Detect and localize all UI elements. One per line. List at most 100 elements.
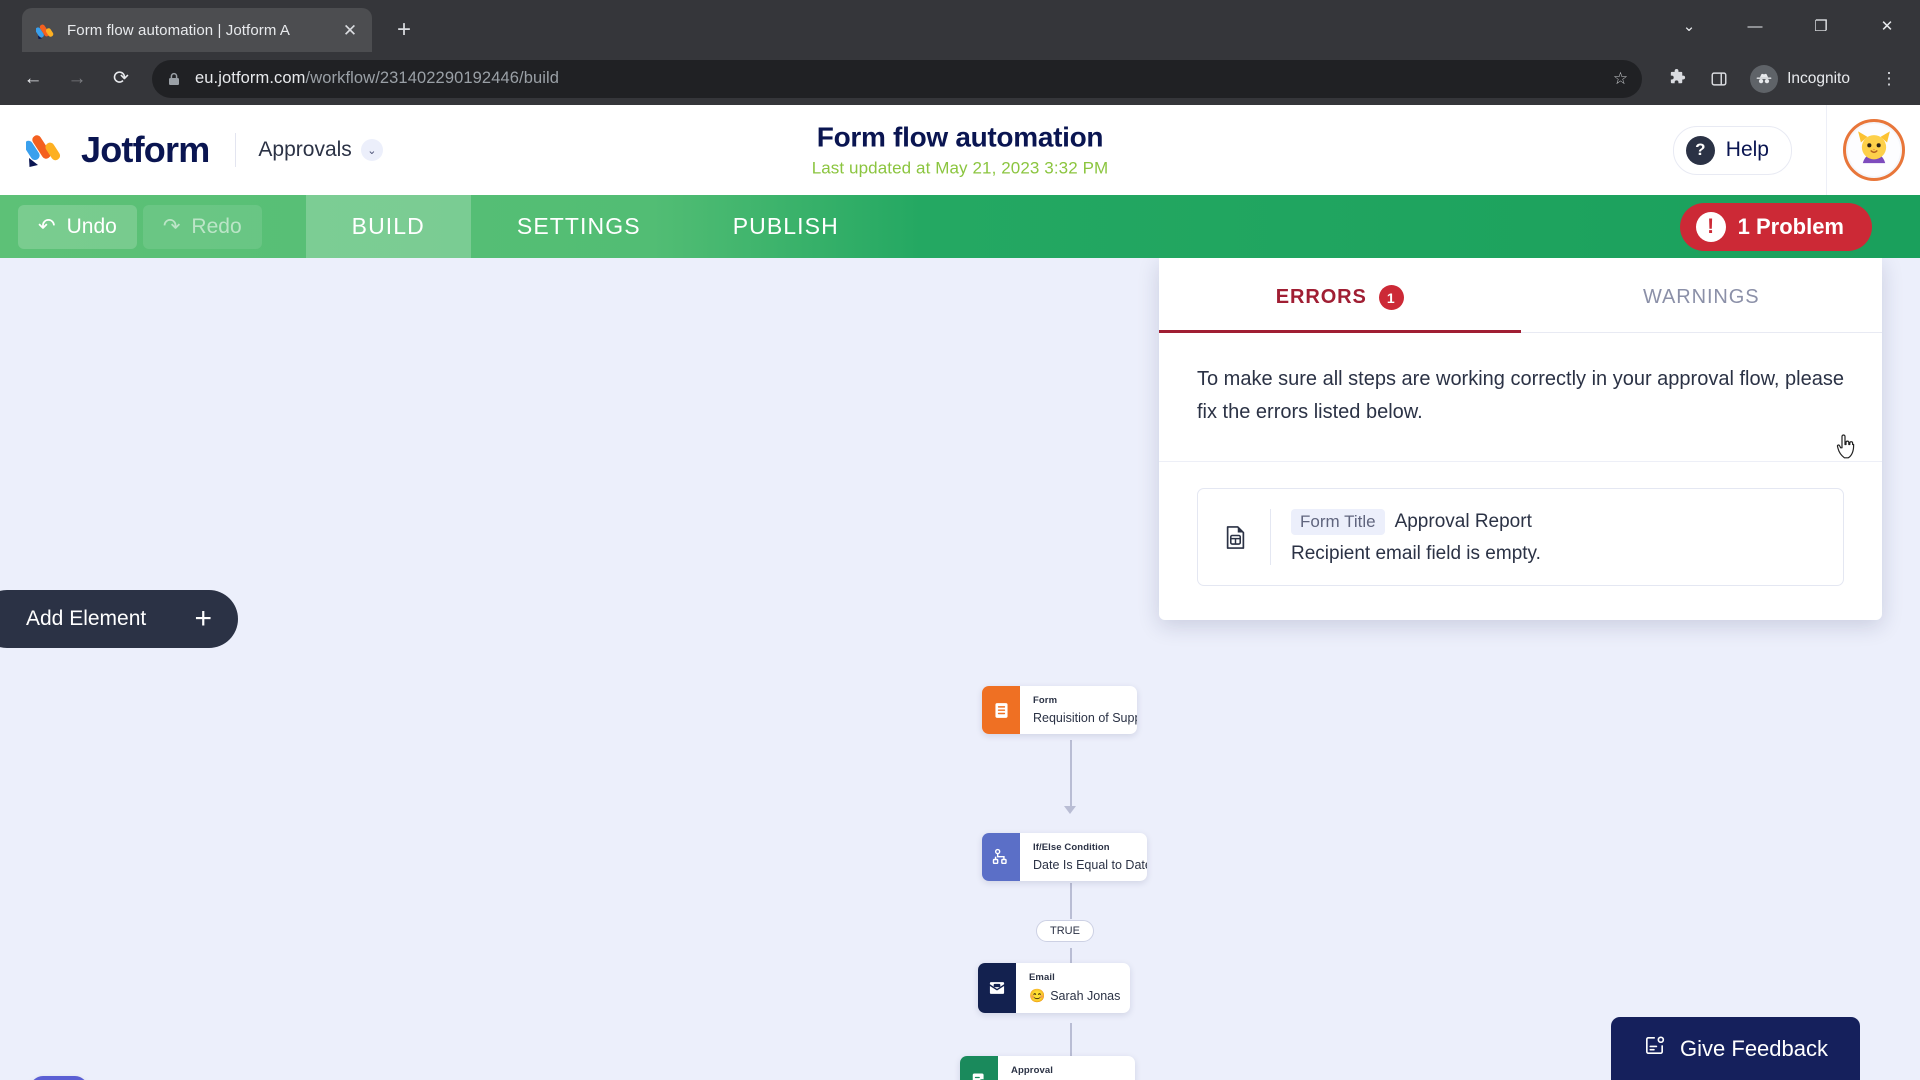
address-bar-url: eu.jotform.com/workflow/231402290192446/…	[195, 69, 559, 88]
error-list-item[interactable]: Form Title Approval Report Recipient ema…	[1197, 488, 1844, 586]
node-desc: Date Is Equal to Date "2023-0	[1033, 858, 1147, 872]
recipient-avatar-icon: 😊	[1029, 988, 1046, 1003]
error-message: Recipient email field is empty.	[1291, 543, 1541, 564]
browser-tabstrip: Form flow automation | Jotform A ✕ + ⌄ —…	[0, 0, 1920, 52]
product-switcher-label: Approvals	[258, 138, 352, 161]
tab-errors[interactable]: ERRORS 1	[1159, 258, 1521, 333]
avatar	[1842, 119, 1905, 181]
window-maximize-button[interactable]: ❐	[1788, 0, 1854, 52]
error-item-text: Form Title Approval Report Recipient ema…	[1291, 509, 1541, 565]
incognito-icon	[1750, 64, 1779, 93]
address-bar[interactable]: eu.jotform.com/workflow/231402290192446/…	[152, 59, 1643, 98]
flow-connector	[1070, 883, 1072, 919]
browser-tab[interactable]: Form flow automation | Jotform A ✕	[22, 8, 372, 52]
alert-icon: !	[1695, 211, 1726, 242]
profile-label: Incognito	[1787, 69, 1850, 87]
feedback-icon	[1643, 1034, 1666, 1063]
form-title-chip: Form Title	[1291, 509, 1385, 535]
node-body: Form Requisition of Supplies Ma...	[1020, 686, 1137, 734]
builder-tabs: BUILD SETTINGS PUBLISH	[305, 195, 885, 258]
condition-node-icon	[982, 833, 1020, 881]
tab-publish[interactable]: PUBLISH	[687, 195, 885, 258]
undo-redo-group: ↶ Undo ↷ Redo	[0, 195, 262, 258]
tab-build[interactable]: BUILD	[305, 195, 471, 258]
node-desc: Requisition of Supplies Ma...	[1033, 711, 1137, 725]
window-minimize-button[interactable]: —	[1722, 0, 1788, 52]
errors-list: Form Title Approval Report Recipient ema…	[1159, 462, 1882, 620]
window-close-button[interactable]: ✕	[1854, 0, 1920, 52]
tab-settings[interactable]: SETTINGS	[471, 195, 687, 258]
flow-node-approval[interactable]: Approval 😊 Sarah Jonas	[960, 1056, 1135, 1080]
tab-errors-label: ERRORS	[1275, 286, 1367, 308]
chevron-down-icon: ⌄	[360, 139, 383, 161]
forward-button[interactable]: →	[58, 60, 96, 98]
problem-label: 1 Problem	[1737, 213, 1844, 239]
help-button[interactable]: ? Help	[1672, 125, 1792, 175]
jotform-favicon-icon	[35, 20, 56, 40]
app-header: Jotform Approvals ⌄ Form flow automation…	[0, 105, 1920, 195]
help-label: Help	[1725, 138, 1769, 161]
question-mark-icon: ?	[1685, 135, 1715, 165]
report-file-icon	[1220, 524, 1250, 551]
errors-panel: ERRORS 1 WARNINGS To make sure all steps…	[1159, 258, 1882, 620]
flow-node-form[interactable]: Form Requisition of Supplies Ma...	[982, 686, 1137, 734]
flow-node-email[interactable]: Email 😊 Sarah Jonas	[978, 963, 1130, 1013]
reload-button[interactable]: ⟳	[102, 60, 140, 98]
add-element-button[interactable]: Add Element +	[0, 590, 238, 648]
errors-panel-tabs: ERRORS 1 WARNINGS	[1159, 258, 1882, 333]
profile-chip[interactable]: Incognito	[1744, 60, 1864, 98]
workflow-canvas[interactable]: Add Element + Form Requisition of Suppli…	[0, 258, 1920, 1080]
undo-label: Undo	[66, 214, 117, 238]
tab-warnings[interactable]: WARNINGS	[1521, 258, 1883, 332]
browser-tab-title: Form flow automation | Jotform A	[67, 21, 291, 39]
browser-chrome: Form flow automation | Jotform A ✕ + ⌄ —…	[0, 0, 1920, 105]
product-switcher[interactable]: Approvals ⌄	[258, 138, 383, 162]
jotform-logo[interactable]: Jotform	[0, 129, 210, 171]
form-node-icon	[982, 686, 1020, 734]
flow-connector	[1070, 740, 1072, 808]
mouse-cursor-icon	[1835, 433, 1857, 461]
pan-tool-button[interactable]	[30, 1076, 88, 1080]
back-button[interactable]: ←	[14, 60, 52, 98]
canvas-tools: + 41% —	[30, 1076, 92, 1080]
new-tab-button[interactable]: +	[386, 12, 422, 48]
node-desc: 😊 Sarah Jonas	[1029, 988, 1120, 1004]
flow-node-condition[interactable]: If/Else Condition Date Is Equal to Date …	[982, 833, 1147, 881]
tab-search-button[interactable]: ⌄	[1656, 0, 1722, 52]
avatar-cell[interactable]	[1826, 105, 1920, 195]
extensions-icon[interactable]	[1660, 62, 1694, 96]
header-divider	[235, 133, 237, 167]
errors-count-badge: 1	[1378, 285, 1404, 310]
give-feedback-label: Give Feedback	[1680, 1035, 1828, 1061]
branch-pill-true: TRUE	[1036, 920, 1094, 942]
jotform-logo-icon	[23, 130, 68, 170]
redo-icon: ↷	[162, 215, 181, 238]
node-kind: If/Else Condition	[1033, 842, 1110, 853]
redo-label: Redo	[191, 214, 242, 238]
browser-toolbar: ← → ⟳ eu.jotform.com/workflow/2314022901…	[0, 52, 1920, 105]
url-path: /workflow/231402290192446/build	[305, 69, 560, 87]
bookmark-star-icon[interactable]: ☆	[1613, 69, 1628, 89]
header-actions: ? Help	[1672, 105, 1920, 195]
email-node-icon	[978, 963, 1016, 1013]
lock-icon	[166, 71, 182, 87]
give-feedback-button[interactable]: Give Feedback	[1611, 1017, 1860, 1080]
node-kind: Email	[1029, 972, 1055, 983]
problem-button[interactable]: ! 1 Problem	[1679, 202, 1872, 251]
error-item-divider	[1270, 509, 1271, 565]
window-controls: ⌄ — ❐ ✕	[1656, 0, 1920, 52]
node-kind: Form	[1033, 695, 1058, 706]
close-tab-icon[interactable]: ✕	[338, 18, 362, 42]
undo-button[interactable]: ↶ Undo	[18, 204, 137, 249]
builder-toolbar: ↶ Undo ↷ Redo BUILD SETTINGS PUBLISH ! 1…	[0, 195, 1920, 459]
approval-node-icon	[960, 1056, 998, 1080]
add-element-label: Add Element	[26, 607, 147, 630]
url-host: eu.jotform.com	[195, 69, 306, 87]
plus-icon: +	[194, 602, 212, 635]
redo-button[interactable]: ↷ Redo	[142, 204, 262, 249]
node-body: Email 😊 Sarah Jonas	[1016, 963, 1130, 1013]
side-panel-icon[interactable]	[1702, 62, 1736, 96]
browser-menu-icon[interactable]: ⋮	[1872, 62, 1906, 96]
recipient-name: Sarah Jonas	[1050, 989, 1121, 1003]
flow-arrow-icon	[1064, 806, 1076, 814]
